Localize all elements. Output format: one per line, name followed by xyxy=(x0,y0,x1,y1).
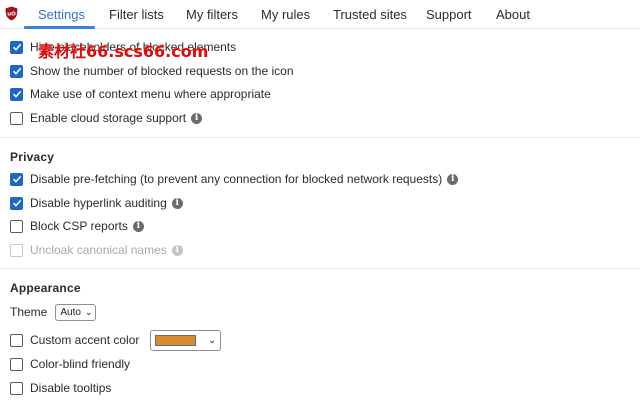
option-label: Show the number of blocked requests on t… xyxy=(30,64,294,78)
active-tab-indicator xyxy=(24,26,95,29)
section-divider xyxy=(0,137,640,138)
tab-filter-lists[interactable]: Filter lists xyxy=(109,0,164,29)
theme-label: Theme xyxy=(10,305,48,319)
checkmark-icon xyxy=(12,175,21,183)
option-disable-hyperlink-auditing[interactable]: Disable hyperlink auditing i xyxy=(10,193,183,213)
option-label: Disable hyperlink auditing xyxy=(30,196,167,210)
checkmark-icon xyxy=(12,199,21,207)
option-uncloak-canonical-names: Uncloak canonical names i xyxy=(10,240,183,260)
info-icon: i xyxy=(171,244,183,256)
checkbox-unchecked[interactable] xyxy=(10,381,23,395)
chevron-down-icon: ⌄ xyxy=(208,334,217,346)
option-label: Custom accent color xyxy=(30,333,140,347)
option-label: Disable pre-fetching (to prevent any con… xyxy=(30,172,443,186)
section-title-appearance: Appearance xyxy=(10,281,81,295)
option-label: Disable tooltips xyxy=(30,381,112,395)
tab-trusted-sites[interactable]: Trusted sites xyxy=(333,0,407,29)
option-context-menu[interactable]: Make use of context menu where appropria… xyxy=(10,84,271,104)
info-icon[interactable]: i xyxy=(447,173,459,185)
tab-about[interactable]: About xyxy=(496,0,530,29)
theme-row: Theme Auto ⌄ xyxy=(10,302,97,322)
color-swatch xyxy=(155,334,196,346)
option-show-blocked-count[interactable]: Show the number of blocked requests on t… xyxy=(10,61,294,81)
accent-color-picker[interactable]: ⌄ xyxy=(150,329,222,351)
checkbox-unchecked[interactable] xyxy=(10,333,23,347)
option-color-blind[interactable]: Color-blind friendly xyxy=(10,354,130,374)
option-label: Uncloak canonical names xyxy=(30,243,167,257)
tab-my-rules[interactable]: My rules xyxy=(261,0,310,29)
info-icon[interactable]: i xyxy=(132,220,144,232)
checkmark-icon xyxy=(12,43,21,51)
checkbox-checked[interactable] xyxy=(10,172,23,186)
checkbox-disabled xyxy=(10,243,23,257)
option-label: Color-blind friendly xyxy=(30,357,131,371)
option-label: Enable cloud storage support xyxy=(30,111,187,125)
chevron-down-icon: ⌄ xyxy=(84,306,93,317)
checkmark-icon xyxy=(12,67,21,75)
theme-select-value: Auto xyxy=(60,306,81,318)
option-cloud-storage[interactable]: Enable cloud storage support i xyxy=(10,108,203,128)
theme-select[interactable]: Auto ⌄ xyxy=(55,303,97,321)
option-block-csp-reports[interactable]: Block CSP reports i xyxy=(10,216,144,236)
info-icon[interactable]: i xyxy=(171,197,183,209)
checkbox-checked[interactable] xyxy=(10,64,23,78)
ublock-shield-icon: uO xyxy=(5,6,18,21)
option-disable-prefetching[interactable]: Disable pre-fetching (to prevent any con… xyxy=(10,169,459,189)
info-icon[interactable]: i xyxy=(191,112,203,124)
tab-support[interactable]: Support xyxy=(426,0,472,29)
option-label: Make use of context menu where appropria… xyxy=(30,87,271,101)
settings-pane: Hide placeholders of blocked elements Sh… xyxy=(0,30,640,400)
top-nav: uO Settings Filter lists My filters My r… xyxy=(0,0,640,29)
section-divider xyxy=(0,268,640,269)
option-disable-tooltips[interactable]: Disable tooltips xyxy=(10,378,111,398)
svg-text:uO: uO xyxy=(7,12,16,18)
checkmark-icon xyxy=(12,90,21,98)
checkbox-checked[interactable] xyxy=(10,196,23,210)
checkbox-checked[interactable] xyxy=(10,87,23,101)
watermark: 素材社66.scs66.com xyxy=(38,42,209,61)
checkbox-unchecked[interactable] xyxy=(10,357,23,371)
checkbox-unchecked[interactable] xyxy=(10,111,23,125)
tab-settings[interactable]: Settings xyxy=(38,0,85,29)
tab-my-filters[interactable]: My filters xyxy=(186,0,238,29)
option-custom-accent-color[interactable]: Custom accent color ⌄ xyxy=(10,328,222,352)
option-label: Block CSP reports xyxy=(30,219,128,233)
checkbox-checked[interactable] xyxy=(10,40,23,54)
section-title-privacy: Privacy xyxy=(10,150,55,164)
checkbox-unchecked[interactable] xyxy=(10,219,23,233)
